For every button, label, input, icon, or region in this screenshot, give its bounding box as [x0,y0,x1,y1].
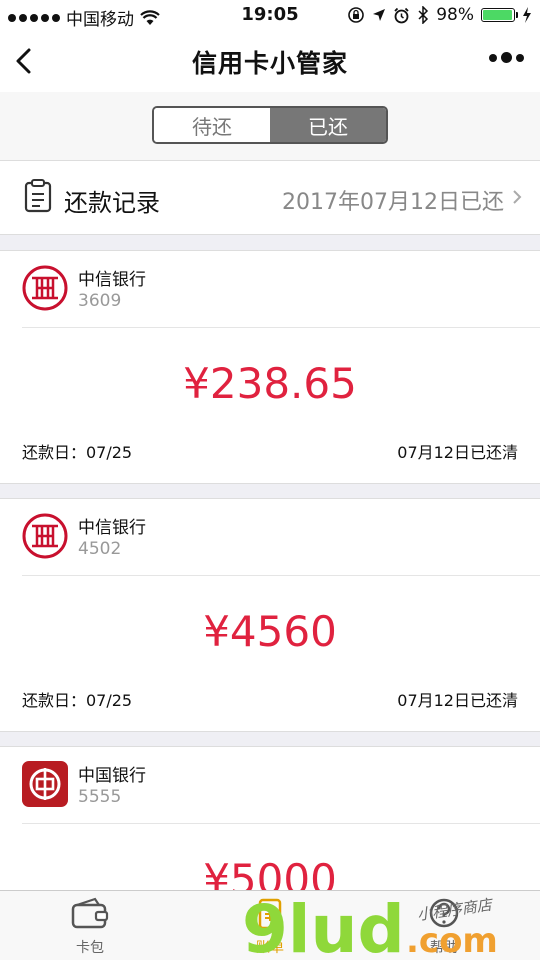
charging-icon [523,7,531,23]
card-item[interactable]: 中信银行 3609 ¥238.65 还款日：07/25 07月12日已还清 [0,250,540,484]
battery-icon [481,8,518,22]
repaid-amount: ¥238.65 [183,359,357,408]
card-item[interactable]: 中国银行 5555 ¥5000 [0,746,540,904]
tab-label: 卡包 [76,940,104,956]
bluetooth-icon [418,6,429,24]
segmented-control: 待还 已还 [152,106,388,144]
tab-help[interactable]: 帮助 [384,897,504,957]
status-right: 98% [347,5,532,25]
repaid-amount: ¥4560 [203,607,337,656]
more-options-button[interactable] [489,52,524,63]
tab-wallet[interactable]: 卡包 [30,897,150,957]
tab-label: 帮助 [430,940,458,956]
rotation-lock-icon [348,7,365,23]
help-icon [429,898,459,928]
wallet-icon [71,897,109,929]
nav-bar: 信用卡小管家 [0,30,540,92]
bank-name: 中国银行 [78,766,146,786]
card-number: 5555 [78,787,122,807]
divider [22,823,540,824]
chevron-right-icon [513,190,522,204]
cleared-status: 07月12日已还清 [397,443,518,462]
cleared-status: 07月12日已还清 [397,691,518,710]
record-date: 2017年07月12日已还 [282,190,504,215]
tab-bill[interactable]: 账单 [210,897,330,957]
card-item[interactable]: 中信银行 4502 ¥4560 还款日：07/25 07月12日已还清 [0,498,540,732]
card-number: 4502 [78,539,122,559]
bill-icon [258,898,282,930]
record-title: 还款记录 [64,189,160,217]
alarm-icon [394,7,409,23]
bottom-tab-bar: 卡包 账单 帮助 [0,890,540,960]
status-bar: 中国移动 19:05 98% [0,0,540,30]
boc-logo-icon [22,761,68,807]
tab-label: 账单 [256,940,284,956]
tab-paid[interactable]: 已还 [270,108,386,142]
segment-area: 待还 已还 [0,92,540,160]
clipboard-icon [24,179,52,213]
tab-pending[interactable]: 待还 [154,108,270,142]
bank-name: 中信银行 [78,518,146,538]
location-icon [373,9,386,21]
repayment-record-row[interactable]: 还款记录 2017年07月12日已还 [0,160,540,235]
due-date: 还款日：07/25 [22,691,133,710]
divider [22,575,540,576]
divider [22,327,540,328]
bank-name: 中信银行 [78,270,146,290]
citic-logo-icon [22,265,68,311]
citic-logo-icon [22,513,68,559]
due-date: 还款日：07/25 [22,443,133,462]
card-number: 3609 [78,291,122,311]
page-title: 信用卡小管家 [191,49,348,78]
battery-percent: 98% [436,5,474,25]
